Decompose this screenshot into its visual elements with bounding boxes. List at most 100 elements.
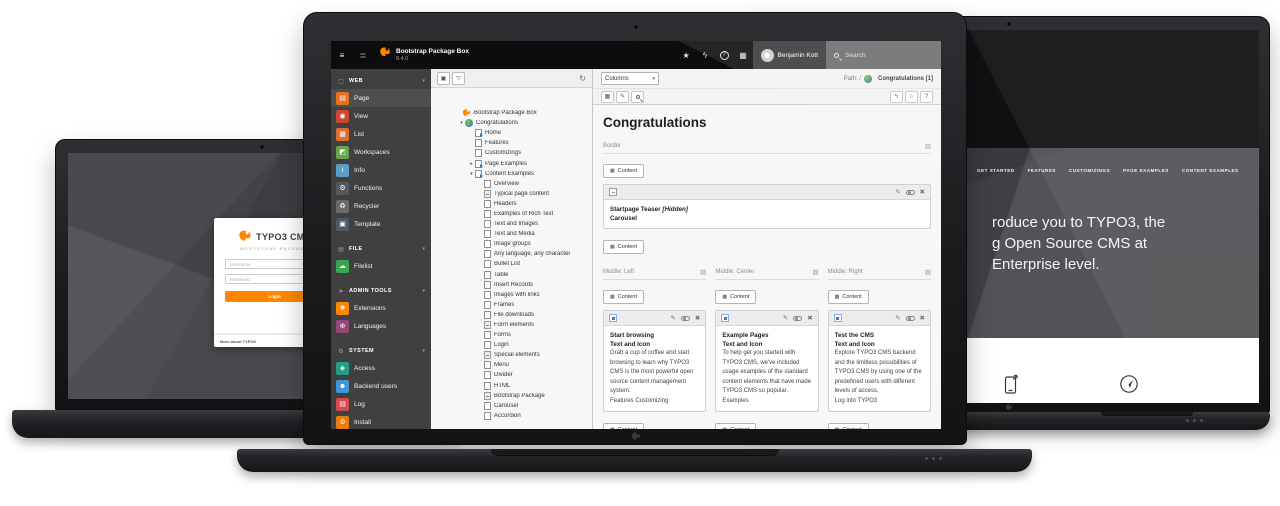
edit-icon[interactable]: ✎ — [783, 314, 788, 322]
tree-node[interactable]: Examples of Rich Text — [431, 209, 592, 219]
visibility-toggle-icon[interactable] — [906, 190, 915, 195]
delete-icon[interactable]: ✖ — [920, 314, 925, 322]
module-section-header[interactable]: ▤ FILE ▾ — [331, 241, 431, 257]
edit-column-icon[interactable]: ▨ — [813, 268, 819, 276]
tree-node[interactable]: Text and Images — [431, 219, 592, 229]
visibility-toggle-icon[interactable] — [906, 316, 915, 321]
tree-node[interactable]: Any language, any character — [431, 249, 592, 259]
search-button[interactable] — [631, 91, 644, 103]
module-menu-item[interactable]: ⚙ Functions — [331, 179, 431, 197]
content-element-card[interactable]: ✎ ✖ Startpage Teaser [Hidden] Carousel — [603, 184, 931, 229]
tree-node[interactable]: Text and Media — [431, 229, 592, 239]
tree-node[interactable]: Image groups — [431, 239, 592, 249]
tree-expand-arrow[interactable] — [458, 120, 465, 126]
tree-node[interactable]: Bootstrap Package — [431, 391, 592, 401]
module-section-header[interactable]: ➤ ADMIN TOOLS ▾ — [331, 283, 431, 299]
frontend-nav-link[interactable]: FEATURES — [1028, 168, 1056, 173]
edit-page-button[interactable]: ✎ — [616, 91, 629, 103]
more-about-typo3-link[interactable]: More about TYPO3 — [220, 339, 256, 344]
module-menu-item[interactable]: ▤ Page — [331, 89, 431, 107]
pagetree-toggle-button[interactable]: ≣ — [353, 41, 373, 69]
shortcut-star-button[interactable]: ☆ — [905, 91, 918, 103]
tree-node[interactable]: HTML — [431, 381, 592, 391]
add-content-button[interactable]: ▦ Content — [603, 164, 644, 178]
content-element-card[interactable]: ✎ ✖ Example Pages Text and Icon To help … — [715, 310, 818, 412]
search-input[interactable] — [843, 51, 933, 60]
add-content-button[interactable]: ▦ Content — [828, 290, 869, 304]
add-content-button[interactable]: ▦ Content — [715, 290, 756, 304]
frontend-nav-link[interactable]: CONTENT EXAMPLES — [1182, 168, 1239, 173]
edit-icon[interactable]: ✎ — [895, 188, 900, 196]
tree-node[interactable]: Content Examples — [431, 169, 592, 179]
frontend-nav-link[interactable]: PAGE EXAMPLES — [1123, 168, 1169, 173]
tree-node[interactable]: Divider — [431, 370, 592, 380]
module-menu-item[interactable]: ▣ Template — [331, 215, 431, 233]
filter-button[interactable]: ▽ — [452, 72, 465, 85]
tree-node[interactable]: Frames — [431, 300, 592, 310]
tree-node[interactable]: Headers — [431, 199, 592, 209]
content-element-card[interactable]: ✎ ✖ Start browsing Text and Icon Grab a … — [603, 310, 706, 412]
cache-bolt-button[interactable]: ϟ — [890, 91, 903, 103]
tree-node[interactable]: Login — [431, 340, 592, 350]
edit-column-icon[interactable]: ▨ — [925, 268, 931, 276]
help-icon[interactable]: ? — [715, 41, 734, 69]
new-page-button[interactable]: ▣ — [437, 72, 450, 85]
content-element-card[interactable]: ✎ ✖ Test the CMS Text and Icon Explore T… — [828, 310, 931, 412]
card-link-text[interactable]: Log into TYPO3 — [835, 397, 924, 407]
tree-node[interactable]: Forms — [431, 330, 592, 340]
tree-expand-arrow[interactable] — [468, 161, 475, 167]
module-menu-item[interactable]: ▦ List — [331, 125, 431, 143]
tree-node[interactable]: Bootstrap Package Box — [431, 108, 592, 118]
module-menu-item[interactable]: ☻ Backend users — [331, 377, 431, 395]
tree-node[interactable]: File downloads — [431, 310, 592, 320]
layout-view-button[interactable]: ▦ — [601, 91, 614, 103]
topbar-search[interactable] — [826, 41, 941, 69]
tree-node[interactable]: Accordion — [431, 411, 592, 421]
module-section-header[interactable]: ⚙ SYSTEM ▾ — [331, 343, 431, 359]
clear-cache-bolt-icon[interactable]: ϟ — [696, 41, 715, 69]
tree-node[interactable]: Customizings — [431, 148, 592, 158]
tree-expand-arrow[interactable] — [468, 171, 475, 177]
breadcrumb-page[interactable]: Congratulations [1] — [878, 76, 933, 82]
refresh-icon[interactable]: ↻ — [579, 74, 586, 83]
module-menu-item[interactable]: ❖ Extensions — [331, 299, 431, 317]
bookmark-star-icon[interactable]: ★ — [677, 41, 696, 69]
visibility-toggle-icon[interactable] — [793, 316, 802, 321]
edit-icon[interactable]: ✎ — [895, 314, 900, 322]
edit-icon[interactable]: ✎ — [670, 314, 675, 322]
tree-node[interactable]: Bullet List — [431, 259, 592, 269]
card-link-text[interactable]: Features Customizing — [610, 397, 699, 407]
tree-node[interactable]: Form elements — [431, 320, 592, 330]
module-menu-item[interactable]: i Info — [331, 161, 431, 179]
module-menu-item[interactable]: ▤ Log — [331, 395, 431, 413]
user-menu[interactable]: ☻ Benjamin Kott — [753, 41, 826, 69]
frontend-nav-link[interactable]: GET STARTED — [977, 168, 1015, 173]
module-menu-item[interactable]: ◩ Workspaces — [331, 143, 431, 161]
add-content-button[interactable]: ▦ Content — [603, 423, 644, 429]
tree-node[interactable]: Table — [431, 270, 592, 280]
add-content-button[interactable]: ▦ Content — [715, 423, 756, 429]
view-mode-select[interactable]: Columns ▾ — [601, 72, 659, 85]
tree-node[interactable]: Home — [431, 128, 592, 138]
tree-node[interactable]: Congratulations — [431, 118, 592, 128]
module-menu-item[interactable]: ⚙ Install — [331, 413, 431, 429]
edit-column-icon[interactable]: ▨ — [700, 268, 706, 276]
tree-node[interactable]: Menu — [431, 360, 592, 370]
modules-grid-icon[interactable]: ▦ — [734, 41, 753, 69]
frontend-nav-link[interactable]: CUSTOMIZINGS — [1069, 168, 1110, 173]
add-content-button[interactable]: ▦ Content — [828, 423, 869, 429]
tree-node[interactable]: Page Examples — [431, 158, 592, 168]
module-menu-item[interactable]: ⊕ Languages — [331, 317, 431, 335]
delete-icon[interactable]: ✖ — [695, 314, 700, 322]
tree-node[interactable]: Images with links — [431, 290, 592, 300]
card-link-text[interactable]: Examples — [722, 397, 811, 407]
tree-node[interactable]: Insert Records — [431, 280, 592, 290]
module-menu-item[interactable]: ♻ Recycler — [331, 197, 431, 215]
help-button[interactable]: ? — [920, 91, 933, 103]
module-menu-item[interactable]: ◉ View — [331, 107, 431, 125]
delete-icon[interactable]: ✖ — [807, 314, 812, 322]
module-menu-item[interactable]: ◈ Access — [331, 359, 431, 377]
add-content-button[interactable]: ▦ Content — [603, 290, 644, 304]
tree-node[interactable]: Overview — [431, 179, 592, 189]
tree-node[interactable]: Typical page content — [431, 189, 592, 199]
